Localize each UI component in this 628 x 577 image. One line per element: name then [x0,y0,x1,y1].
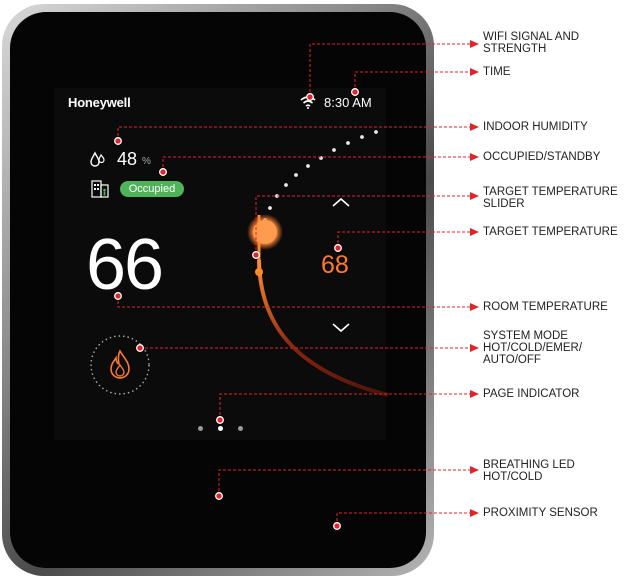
callout-target-temperature: TARGET TEMPERATURE [483,226,618,238]
callout-line: STRENGTH [483,43,547,55]
callout-proximity-sensor: PROXIMITY SENSOR [483,507,598,519]
slider-track-dots [263,130,378,222]
callout-line: BREATHING LED [483,459,575,471]
page-dot-active [218,426,223,431]
callout-line: HOT/COLD/EMER/ [483,342,583,354]
annotated-thermostat-diagram: Honeywell 8:30 AM 48 % Occupied 66 68 WI… [0,0,628,577]
callout-wifi-signal: WiFi SIGNAL AND STRENGTH [483,31,579,55]
callout-line: WiFi SIGNAL AND [483,31,580,43]
chevron-down-icon[interactable] [331,322,351,334]
callout-line: OCCUPIED/STANDBY [483,151,601,163]
system-mode-button[interactable] [89,334,151,396]
callout-time: TIME [483,66,510,78]
callout-line: SYSTEM MODE [483,330,568,342]
callout-line: PROXIMITY SENSOR [483,507,598,519]
chevron-up-icon[interactable] [331,196,351,208]
target-temperature: 68 [321,251,349,279]
callout-occupied-standby: OCCUPIED/STANDBY [483,151,600,163]
slider-heat-arc [257,259,389,397]
flame-icon [110,349,130,379]
callout-line: TARGET TEMPERATURE [483,186,618,198]
callout-line: TARGET TEMPERATURE [483,226,618,238]
callout-system-mode: SYSTEM MODE HOT/COLD/EMER/ AUTO/OFF [483,330,582,366]
callout-line: INDOOR HUMIDITY [483,121,588,133]
callout-breathing-led: BREATHING LED HOT/COLD [483,459,575,483]
callout-room-temperature: ROOM TEMPERATURE [483,301,608,313]
callout-line: SLIDER [483,198,525,210]
target-temperature-slider[interactable] [0,0,628,577]
callout-line: AUTO/OFF [483,354,541,366]
page-dot [238,426,243,431]
callout-line: ROOM TEMPERATURE [483,301,608,313]
callout-line: PAGE INDICATOR [483,388,580,400]
callout-line: HOT/COLD [483,471,543,483]
callout-page-indicator: PAGE INDICATOR [483,388,580,400]
callout-line: TIME [483,66,511,78]
page-dot [198,426,203,431]
callout-indoor-humidity: INDOOR HUMIDITY [483,121,588,133]
callout-target-temperature-slider: TARGET TEMPERATURE SLIDER [483,186,618,210]
